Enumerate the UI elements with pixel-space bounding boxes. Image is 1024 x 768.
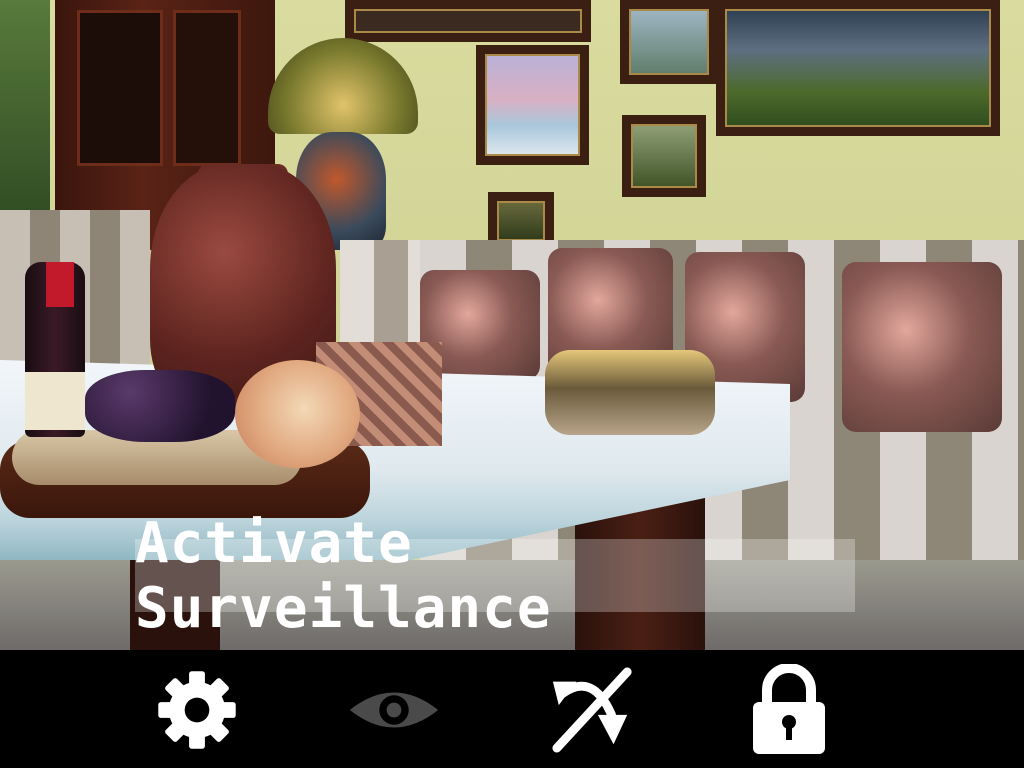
settings-button[interactable] — [151, 664, 243, 756]
bottle-cap — [46, 262, 74, 307]
lock-button[interactable] — [743, 664, 835, 756]
camera-preview: Activate Surveillance — [0, 0, 1024, 650]
grapes — [85, 370, 235, 442]
tiffany-lamp — [268, 38, 418, 134]
eye-icon — [349, 692, 439, 728]
cushion — [842, 262, 1002, 432]
wall-painting — [620, 0, 718, 84]
preview-toggle-button[interactable] — [348, 664, 440, 756]
wall-painting — [622, 115, 706, 197]
flower-candles — [545, 350, 715, 435]
window — [0, 0, 50, 230]
bottom-toolbar — [0, 650, 1024, 768]
switch-camera-icon — [552, 667, 632, 753]
lock-icon — [753, 664, 825, 754]
wall-painting — [716, 0, 1000, 136]
bottle-label — [25, 372, 85, 430]
wall-painting — [345, 0, 591, 42]
activate-surveillance-label: Activate Surveillance — [135, 510, 552, 641]
gear-icon — [158, 671, 236, 749]
wall-painting — [476, 45, 589, 165]
activate-surveillance-button[interactable]: Activate Surveillance — [135, 511, 855, 641]
fruit-candle — [235, 360, 360, 468]
switch-camera-button[interactable] — [547, 664, 639, 756]
